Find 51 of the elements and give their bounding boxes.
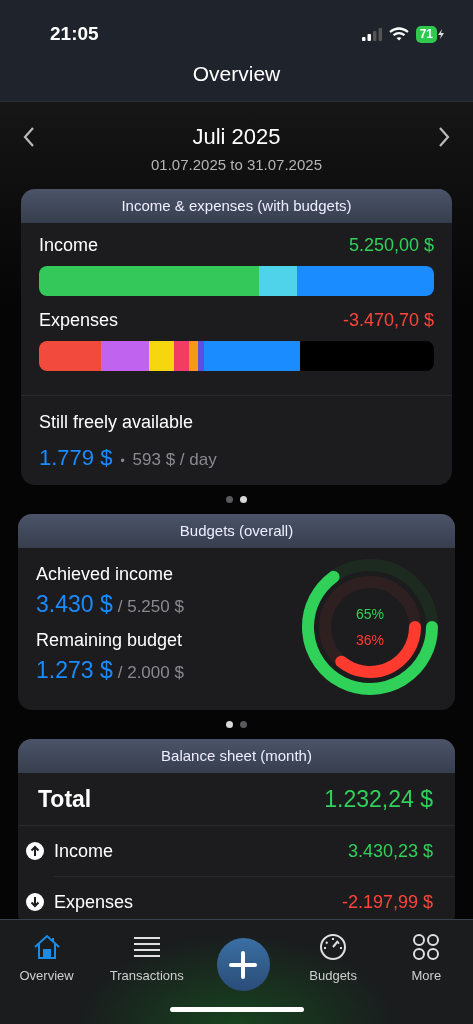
balance-amount: 1.232,24 $ xyxy=(324,785,433,813)
income-expenses-card[interactable]: Income & expenses (with budgets) Income 5.250,00 $ Expenses -3.470,70 $ Still freely available 1.779 $ • 593 $ / day xyxy=(21,189,452,485)
arrow-down-icon xyxy=(26,893,44,911)
budget-label: Achieved income xyxy=(36,564,175,585)
page-dot[interactable] xyxy=(226,721,233,728)
window-title: Overview xyxy=(191,61,282,87)
balance-label: Income xyxy=(54,840,114,862)
wifi-icon xyxy=(388,27,409,41)
chevron-right-icon[interactable] xyxy=(437,126,451,148)
balance-label: Expenses xyxy=(54,891,134,913)
available-amount: 1.779 $ xyxy=(39,445,113,471)
balance-amount: 3.430,23 $ xyxy=(347,840,433,862)
budgets-card[interactable]: Budgets (overall) Achieved income 3.430 $ / 5.250 $ Remaining budget 1.273 $ / 2.000 $ 65% 36% xyxy=(18,514,455,710)
status-time: 21:05 xyxy=(50,23,99,45)
battery-level: 71 xyxy=(415,25,437,43)
gauge-icon xyxy=(318,932,349,962)
budget-label: Remaining budget xyxy=(36,630,184,651)
plus-icon xyxy=(228,949,259,980)
card-title: Balance sheet (month) xyxy=(18,739,455,773)
income-label: Income xyxy=(39,235,99,256)
arrow-up-icon xyxy=(26,842,44,860)
card-title: Budgets (overall) xyxy=(18,514,455,548)
budget-total: / 2.000 $ xyxy=(117,663,184,683)
per-day-amount: 593 $ / day xyxy=(132,450,217,470)
balance-amount: -2.197,99 $ xyxy=(341,891,433,913)
tab-item[interactable]: Budgets xyxy=(303,932,364,983)
tab-item[interactable]: More xyxy=(396,932,457,983)
date-range: 01.07.2025 to 31.07.2025 xyxy=(150,156,323,173)
tab-item[interactable]: Overview xyxy=(16,932,77,983)
signal-icon xyxy=(361,27,382,41)
grid-icon xyxy=(411,932,442,962)
income-amount: 5.250,00 $ xyxy=(348,235,434,256)
page-dot[interactable] xyxy=(240,721,247,728)
budget-value: 1.273 $ xyxy=(36,657,113,684)
month-title: Juli 2025 xyxy=(192,124,281,150)
card-title: Income & expenses (with budgets) xyxy=(21,189,452,223)
expenses-amount: -3.470,70 $ xyxy=(342,310,434,331)
add-button[interactable] xyxy=(216,938,270,991)
expenses-label: Expenses xyxy=(39,310,119,331)
chevron-left-icon[interactable] xyxy=(22,126,36,148)
balance-label: Total xyxy=(38,785,92,813)
budget-total: / 5.250 $ xyxy=(117,597,184,617)
tab-item[interactable]: Transactions xyxy=(109,932,184,983)
available-label: Still freely available xyxy=(39,412,195,433)
page-dot[interactable] xyxy=(226,496,233,503)
ring-percent: 36% xyxy=(356,632,384,648)
ring-percent: 65% xyxy=(356,606,384,622)
balance-card[interactable]: Balance sheet (month) Total 1.232,24 $ Income 3.430,23 $ Expenses -2.197,99 $ xyxy=(18,739,455,919)
separator-dot: • xyxy=(120,454,125,468)
budget-value: 3.430 $ xyxy=(36,591,113,618)
page-dot[interactable] xyxy=(240,496,247,503)
